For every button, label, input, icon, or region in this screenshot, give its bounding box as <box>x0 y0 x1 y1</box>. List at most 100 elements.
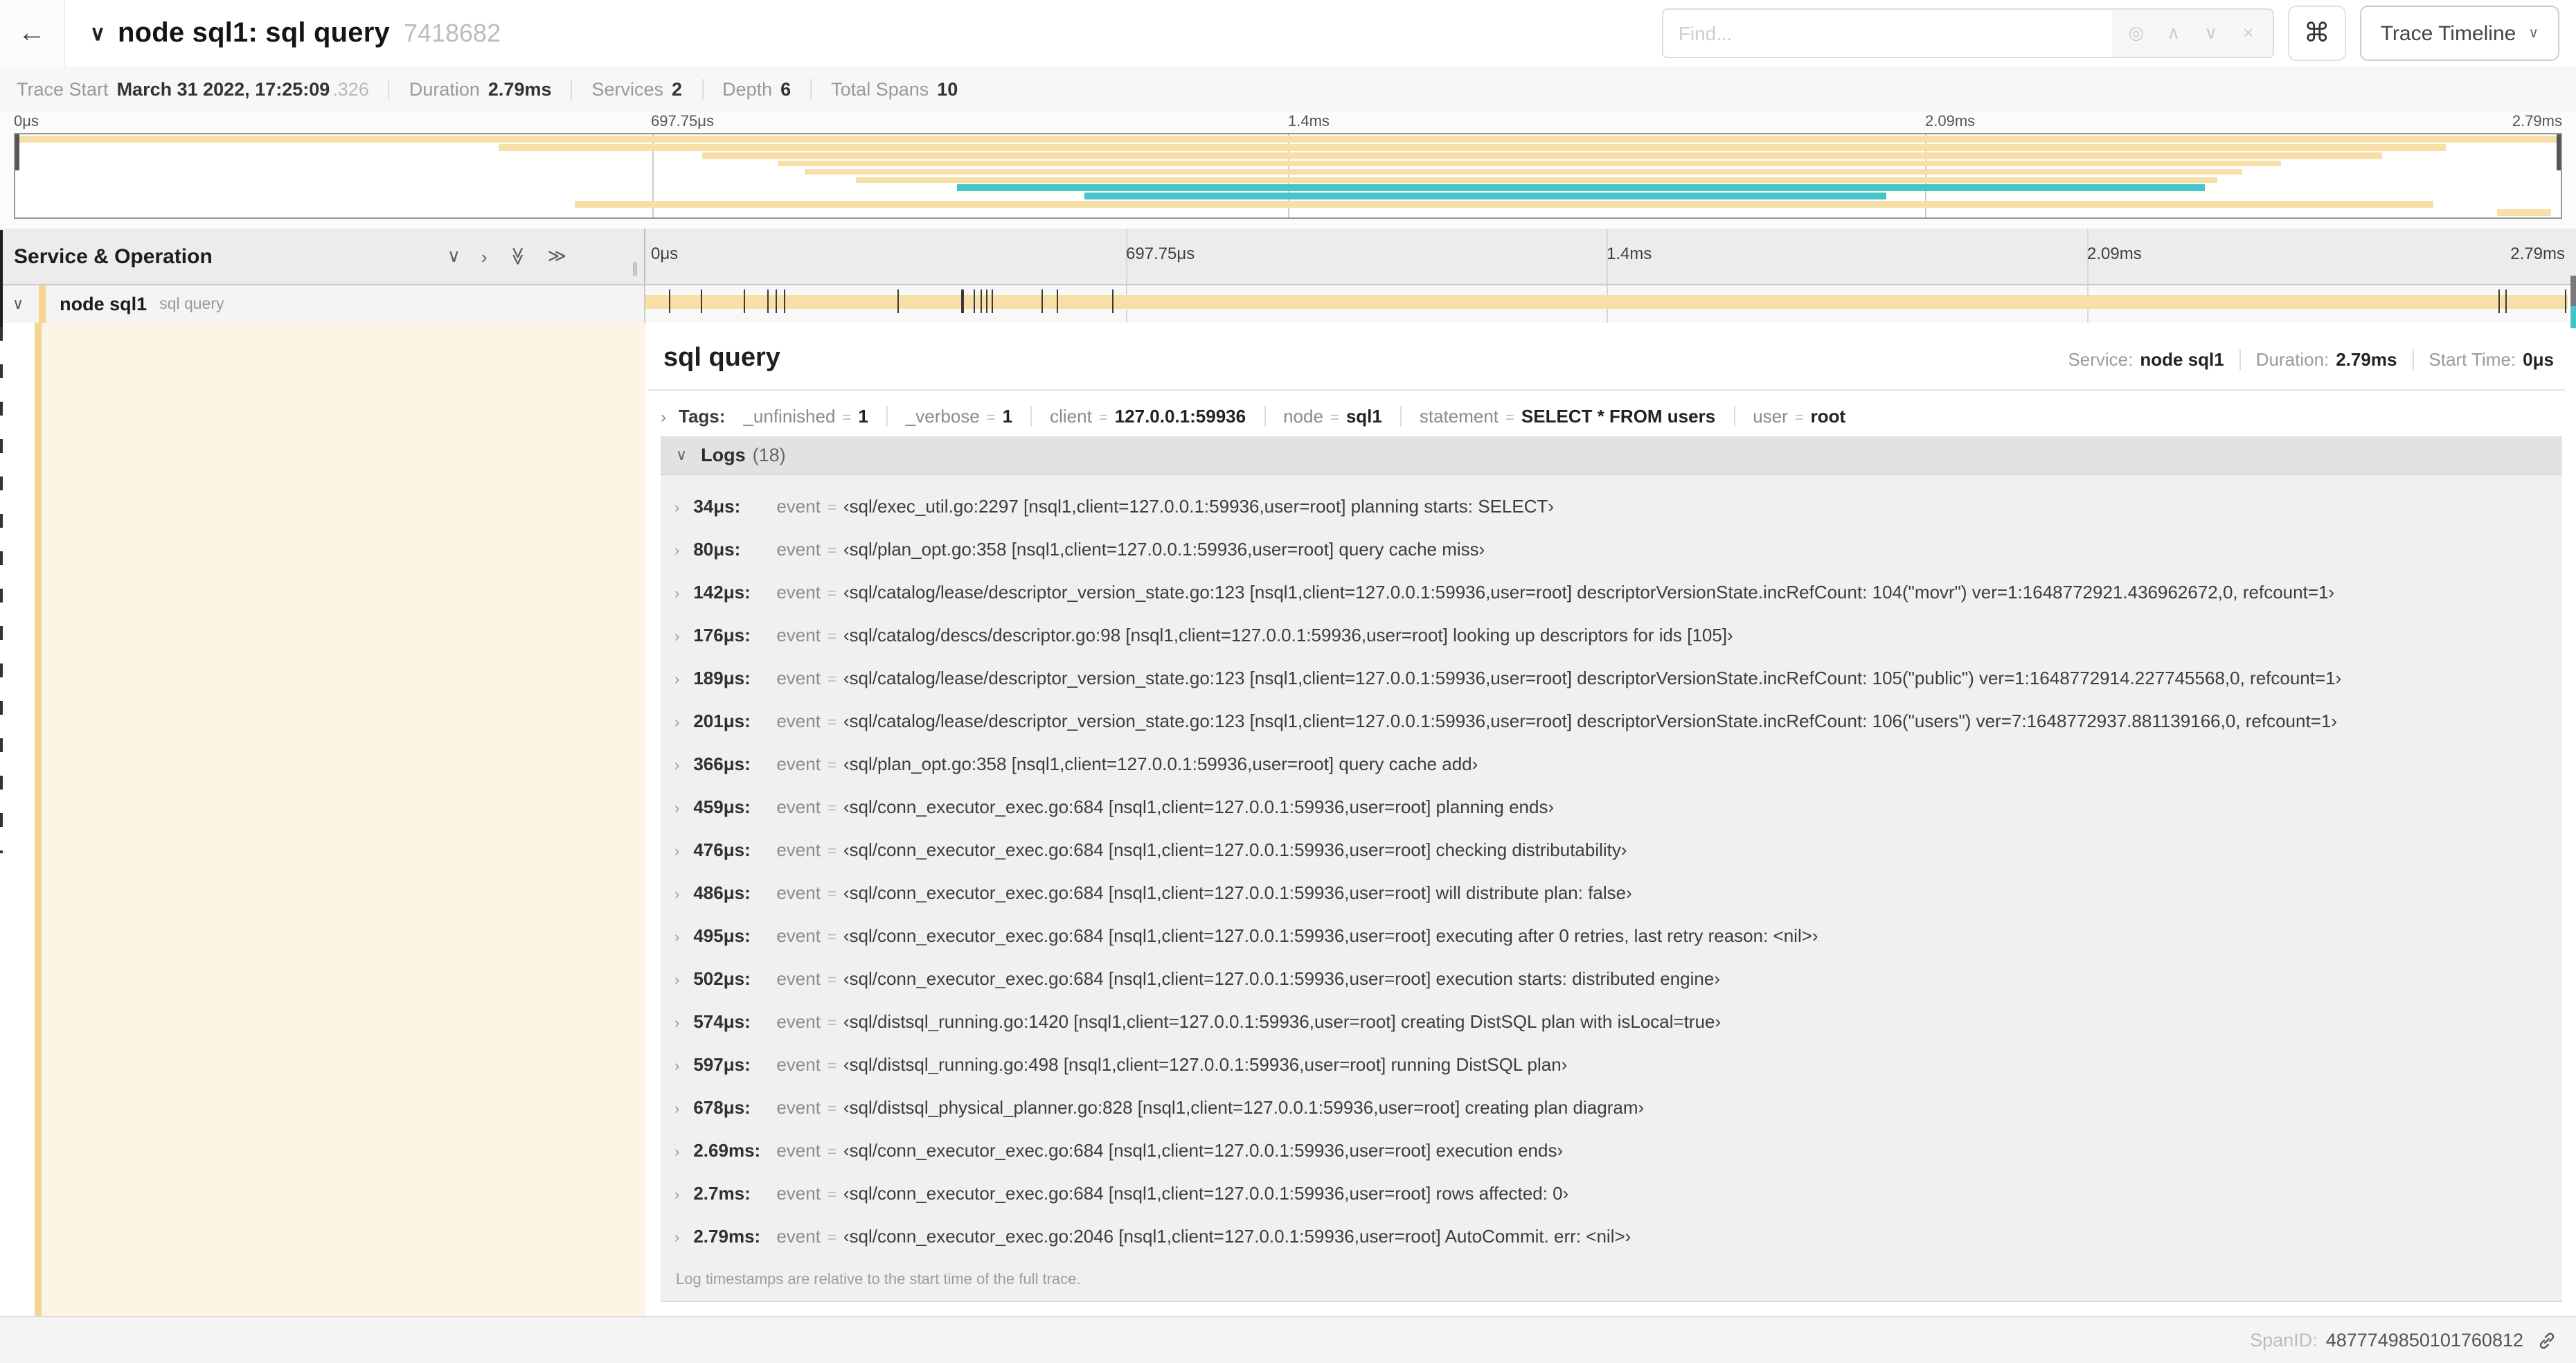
panel-resizer-handle[interactable]: ∥ <box>632 262 638 277</box>
log-row[interactable]: › 189μs: event = ‹sql/catalog/lease/descript… <box>661 657 2562 700</box>
log-expand-icon[interactable]: › <box>674 1015 679 1032</box>
scrollbar-thumb[interactable] <box>2570 276 2576 306</box>
trace-summary-item: Total Spans 10 <box>810 79 958 100</box>
keyboard-shortcuts-button[interactable]: ⌘ <box>2287 6 2346 61</box>
log-row[interactable]: › 486μs: event = ‹sql/conn_executor_exec.go:… <box>661 871 2562 914</box>
find-prev-icon[interactable]: ∧ <box>2155 10 2192 57</box>
summary-value-suffix: .326 <box>332 79 369 100</box>
span-row-name-cell[interactable]: ∨ node sql1 sql query <box>0 285 645 323</box>
summary-label: Services <box>591 79 664 100</box>
log-equals: = <box>827 715 837 731</box>
log-row[interactable]: › 2.79ms: event = ‹sql/conn_executor_exec.go… <box>661 1215 2562 1258</box>
tag-equals: = <box>1794 410 1804 427</box>
minimap-tick-labels: 0μs 697.75μs 1.4ms 2.09ms 2.79ms <box>14 114 2562 132</box>
log-row[interactable]: › 459μs: event = ‹sql/conn_executor_exec.go:… <box>661 785 2562 828</box>
log-field-key: event <box>776 796 821 817</box>
span-row-bar-cell[interactable] <box>645 285 2568 323</box>
log-field-key: event <box>776 668 821 688</box>
log-row[interactable]: › 495μs: event = ‹sql/conn_executor_exec.go:… <box>661 914 2562 957</box>
tag-item[interactable]: _unfinished = 1 <box>743 406 868 427</box>
log-row[interactable]: › 2.69ms: event = ‹sql/conn_executor_exec.go… <box>661 1129 2562 1172</box>
log-timestamp: 502μs: <box>693 968 751 989</box>
log-row[interactable]: › 678μs: event = ‹sql/distsql_physical_plann… <box>661 1086 2562 1129</box>
log-row[interactable]: › 80μs: event = ‹sql/plan_opt.go:358 [nsql1,… <box>661 528 2562 571</box>
log-expand-icon[interactable]: › <box>674 543 679 560</box>
log-field-key: event <box>776 625 821 645</box>
minimap-tick-label: 0μs <box>14 114 39 130</box>
tag-item[interactable]: _verbose = 1 <box>886 406 1012 427</box>
log-row[interactable]: › 176μs: event = ‹sql/catalog/descs/descript… <box>661 614 2562 657</box>
log-row[interactable]: › 502μs: event = ‹sql/conn_executor_exec.go:… <box>661 957 2562 1000</box>
log-tick-mark <box>743 289 745 312</box>
log-expand-icon[interactable]: › <box>674 586 679 603</box>
log-expand-icon[interactable]: › <box>674 1101 679 1118</box>
find-next-icon[interactable]: ∨ <box>2192 10 2230 57</box>
log-tick-mark <box>2505 289 2507 312</box>
minimap-span-bar <box>702 152 2383 159</box>
log-row[interactable]: › 142μs: event = ‹sql/catalog/lease/descript… <box>661 571 2562 614</box>
log-expand-icon[interactable]: › <box>674 1187 679 1204</box>
log-expand-icon[interactable]: › <box>674 1230 679 1247</box>
log-field-value: ‹sql/distsql_physical_planner.go:828 [ns… <box>843 1097 1645 1118</box>
log-field-value: ‹sql/conn_executor_exec.go:684 [nsql1,cl… <box>843 925 1818 946</box>
log-row[interactable]: › 34μs: event = ‹sql/exec_util.go:2297 [nsql… <box>661 485 2562 528</box>
log-row[interactable]: › 201μs: event = ‹sql/catalog/lease/descript… <box>661 700 2562 742</box>
log-expand-icon[interactable]: › <box>674 1058 679 1075</box>
find-clear-icon[interactable]: × <box>2230 10 2267 57</box>
tag-item[interactable]: statement = SELECT * FROM users <box>1399 406 1715 427</box>
tags-row[interactable]: › Tags: _unfinished = 1 _verbose = 1 client = 12… <box>661 406 2562 427</box>
log-expand-icon[interactable]: › <box>674 1144 679 1161</box>
log-field-key: event <box>776 1226 821 1247</box>
log-field-key: event <box>776 1097 821 1118</box>
minimap-tick-label: 697.75μs <box>651 114 714 130</box>
span-duration-bar[interactable] <box>645 295 2568 309</box>
trace-summary-item: Services 2 <box>571 79 682 100</box>
view-select[interactable]: Trace Timeline ∨ <box>2359 6 2559 61</box>
tag-item[interactable]: client = 127.0.0.1:59936 <box>1030 406 1246 427</box>
log-expand-icon[interactable]: › <box>674 715 679 731</box>
log-field-value: ‹sql/distsql_running.go:1420 [nsql1,clie… <box>843 1011 1721 1032</box>
expand-all-icon[interactable]: ≫ <box>548 245 566 267</box>
log-expand-icon[interactable]: › <box>674 929 679 946</box>
log-timestamp: 486μs: <box>693 882 751 903</box>
find-input[interactable] <box>1663 10 2112 57</box>
log-field-value: ‹sql/distsql_running.go:498 [nsql1,clien… <box>843 1054 1568 1075</box>
log-expand-icon[interactable]: › <box>674 972 679 989</box>
log-expand-icon[interactable]: › <box>674 887 679 903</box>
log-tick-mark <box>668 289 671 312</box>
log-row[interactable]: › 476μs: event = ‹sql/conn_executor_exec.go:… <box>661 828 2562 871</box>
logs-collapse-icon[interactable]: ∨ <box>676 446 687 464</box>
viewport-drag-handle-left[interactable] <box>15 134 19 170</box>
expand-one-icon[interactable]: › <box>481 246 488 267</box>
logs-header[interactable]: ∨ Logs (18) <box>661 436 2562 475</box>
tag-item[interactable]: user = root <box>1733 406 1845 427</box>
log-expand-icon[interactable]: › <box>674 844 679 860</box>
meta-value: node sql1 <box>2140 349 2224 370</box>
log-expand-icon[interactable]: › <box>674 672 679 688</box>
log-field-value: ‹sql/conn_executor_exec.go:684 [nsql1,cl… <box>843 882 1632 903</box>
log-expand-icon[interactable]: › <box>674 629 679 645</box>
log-row[interactable]: › 366μs: event = ‹sql/plan_opt.go:358 [nsql1… <box>661 742 2562 785</box>
viewport-drag-handle-right[interactable] <box>2557 134 2561 170</box>
span-collapse-icon[interactable]: ∨ <box>12 295 24 313</box>
service-operation-title: Service & Operation <box>14 244 213 268</box>
ruler-tick-label: 697.75μs <box>1126 244 1195 263</box>
log-expand-icon[interactable]: › <box>674 500 679 517</box>
log-timestamp: 2.69ms: <box>693 1140 761 1161</box>
tags-expand-icon[interactable]: › <box>661 407 666 427</box>
collapse-all-icon[interactable]: ≫ <box>506 247 528 265</box>
copy-link-button[interactable] <box>2537 1330 2557 1350</box>
logs-list: › 34μs: event = ‹sql/exec_util.go:2297 [nsql… <box>661 475 2562 1258</box>
minimap-canvas[interactable] <box>14 133 2562 219</box>
back-button[interactable]: ← <box>0 0 65 66</box>
log-equals: = <box>827 844 837 860</box>
log-expand-icon[interactable]: › <box>674 801 679 817</box>
locate-icon[interactable]: ◎ <box>2118 10 2155 57</box>
trace-title-chevron-icon[interactable]: ∨ <box>90 21 105 46</box>
collapse-one-icon[interactable]: ∨ <box>447 245 460 267</box>
log-row[interactable]: › 2.7ms: event = ‹sql/conn_executor_exec.go:… <box>661 1172 2562 1215</box>
log-row[interactable]: › 597μs: event = ‹sql/distsql_running.go:498… <box>661 1043 2562 1086</box>
tag-item[interactable]: node = sql1 <box>1264 406 1382 427</box>
log-expand-icon[interactable]: › <box>674 758 679 774</box>
log-row[interactable]: › 574μs: event = ‹sql/distsql_running.go:142… <box>661 1000 2562 1043</box>
